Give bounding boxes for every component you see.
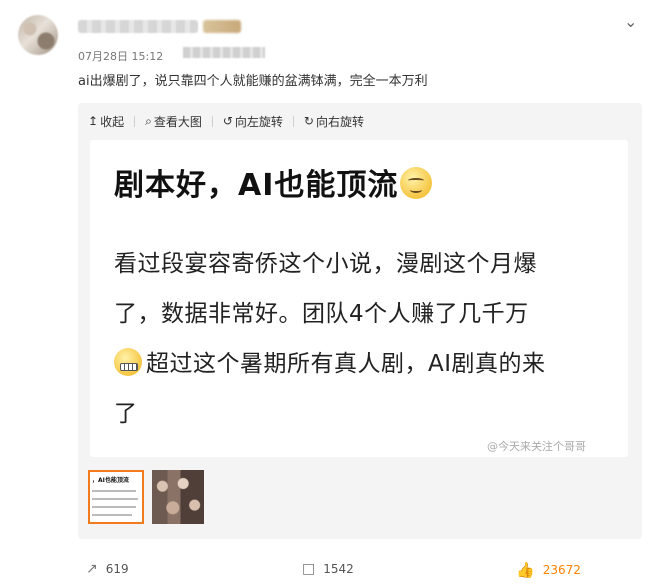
search-icon: ⌕ [145,113,152,128]
collapse-button[interactable]: ↥ 收起 [88,113,124,130]
user-badge-redacted [203,20,241,33]
rotate-left-icon: ↺ [222,114,233,128]
collapse-label: 收起 [100,114,125,129]
comment-button[interactable]: □ 1542 [302,561,354,577]
image-toolbar: ↥ 收起 ⌕ 查看大图 ↺ 向左旋转 ↻ 向右旋转 [88,113,364,129]
user-name-redacted[interactable] [78,20,198,33]
chevron-down-icon[interactable]: ⌄ [624,12,637,31]
toolbar-divider [134,115,136,127]
rotate-left-button[interactable]: ↺ 向左旋转 [223,113,283,130]
like-count: 23672 [542,563,581,577]
rotate-right-icon: ↻ [303,114,314,128]
rotate-right-button[interactable]: ↻ 向右旋转 [304,113,364,130]
like-button[interactable]: 👍 23672 [516,561,581,579]
thumbnail-text-line [92,514,132,516]
avatar[interactable] [18,15,58,55]
image-text-line: 超过这个暑期所有真人剧，AI剧真的来 [146,351,546,377]
comment-icon: □ [302,561,316,577]
smirk-emoji-icon [400,167,433,199]
thumbnail-1-selected[interactable]: ，AI也能顶流 [88,470,144,524]
image-title-text: 剧本好，AI也能顶流 [114,168,399,203]
rotate-left-label: 向左旋转 [234,114,283,129]
thumbnail-text-line [92,506,136,508]
repost-button[interactable]: ↗ 619 [86,561,129,577]
thumbnail-text-line [92,490,136,492]
grimace-emoji-icon [114,348,142,376]
image-watermark: @今天来关注个哥哥 [487,440,586,453]
image-text-line: 了，数据非常好。团队4个人赚了几千万 [114,301,529,327]
view-large-button[interactable]: ⌕ 查看大图 [145,113,202,130]
image-title: 剧本好，AI也能顶流 [114,160,433,204]
thumbs-up-icon: 👍 [516,561,535,579]
comment-count: 1542 [323,562,354,576]
collapse-icon: ↥ [88,114,99,128]
toolbar-divider [292,115,294,127]
repost-count: 619 [105,562,129,576]
thumbnail-text-line [92,498,138,500]
toolbar-divider [211,115,213,127]
post-date[interactable]: 07月28日 15:12 [78,48,163,64]
rotate-right-label: 向右旋转 [315,114,364,129]
view-large-label: 查看大图 [153,114,202,129]
image-text-line-with-emoji: 超过这个暑期所有真人剧，AI剧真的来 [114,344,546,378]
thumbnail-title: ，AI也能顶流 [92,477,129,484]
post-source-redacted [183,47,265,58]
image-text-line: 了 [114,401,138,427]
share-icon: ↗ [86,561,98,577]
post-text: ai出爆剧了，说只靠四个人就能赚的盆满钵满，完全一本万利 [78,74,428,89]
image-text-line: 看过段宴容寄侨这个小说，漫剧这个月爆 [114,251,537,277]
thumbnail-2[interactable] [152,470,204,524]
